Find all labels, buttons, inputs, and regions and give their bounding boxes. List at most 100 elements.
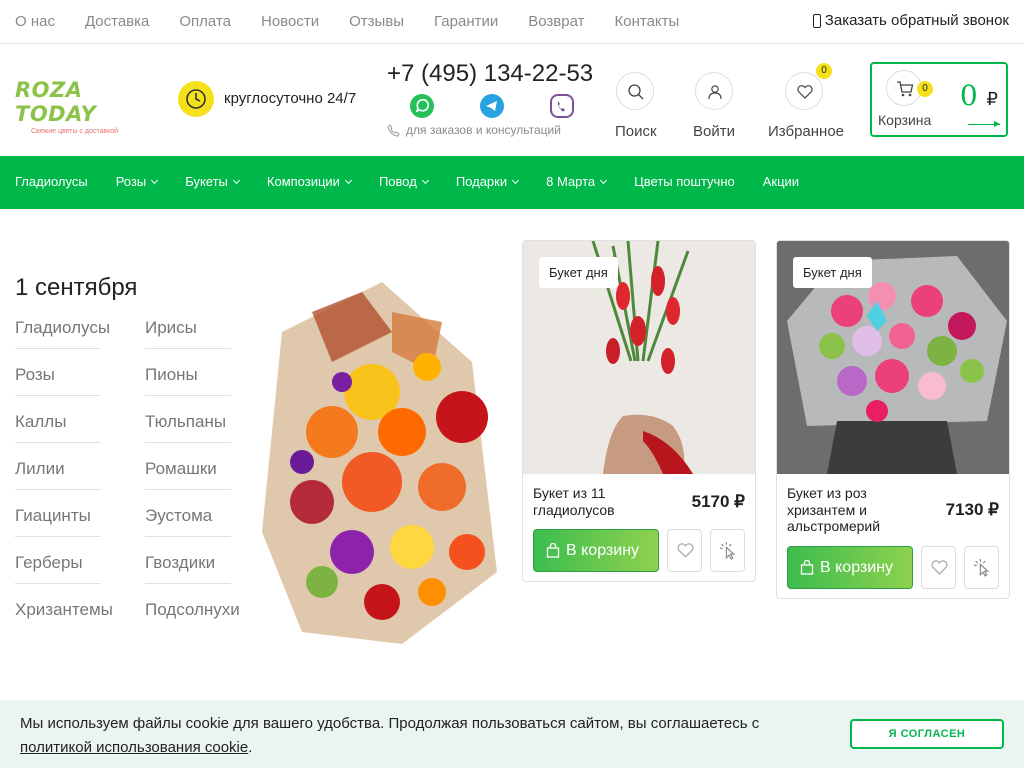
category-link-carnations[interactable]: Гвоздики bbox=[145, 553, 231, 584]
cookie-text-end: . bbox=[248, 739, 253, 756]
category-link-eustoma[interactable]: Эустома bbox=[145, 506, 231, 537]
category-link-lilies[interactable]: Лилии bbox=[15, 459, 101, 490]
product-tag: Букет дня bbox=[539, 257, 618, 288]
chevron-down-icon bbox=[344, 176, 352, 185]
click-cursor-icon bbox=[720, 542, 736, 560]
main-nav-item[interactable]: 8 Марта bbox=[546, 174, 608, 189]
cart-widget[interactable]: 0 0 ₽ Корзина bbox=[870, 62, 1008, 137]
login-button[interactable]: Войти bbox=[693, 72, 735, 140]
main-nav-label: Цветы поштучно bbox=[634, 174, 735, 189]
chevron-down-icon bbox=[421, 176, 429, 185]
callback-link[interactable]: Заказать обратный звонок bbox=[812, 12, 1009, 29]
quick-order-button[interactable] bbox=[710, 529, 745, 572]
topnav-item-news[interactable]: Новости bbox=[261, 13, 319, 30]
topnav-item-guarantees[interactable]: Гарантии bbox=[434, 13, 498, 30]
consult-text: для заказов и консультаций bbox=[406, 123, 561, 137]
category-link-chrysanthemums[interactable]: Хризантемы bbox=[15, 600, 113, 630]
cart-currency: ₽ bbox=[986, 89, 998, 109]
category-link-irises[interactable]: Ирисы bbox=[145, 318, 231, 349]
category-link-gladioli[interactable]: Гладиолусы bbox=[15, 318, 110, 349]
shopping-bag-icon bbox=[800, 560, 814, 575]
page-title: 1 сентября bbox=[15, 274, 138, 301]
chevron-down-icon bbox=[512, 176, 520, 185]
clock-icon bbox=[178, 81, 214, 117]
shopping-bag-icon bbox=[546, 543, 560, 558]
cookie-policy-link[interactable]: политикой использования cookie bbox=[20, 739, 248, 756]
main-nav-item[interactable]: Розы bbox=[115, 174, 159, 189]
product-tag: Букет дня bbox=[793, 257, 872, 288]
product-photo[interactable]: Букет дня bbox=[777, 241, 1009, 474]
chevron-down-icon bbox=[232, 176, 240, 185]
header: ROZA TODAY Свежие цветы с доставкой круг… bbox=[0, 44, 1024, 156]
heart-icon bbox=[931, 560, 948, 575]
category-link-sunflowers[interactable]: Подсолнухи bbox=[145, 600, 245, 630]
main-nav-item[interactable]: Букеты bbox=[185, 174, 240, 189]
add-to-cart-label: В корзину bbox=[820, 558, 894, 576]
category-link-peonies[interactable]: Пионы bbox=[145, 365, 231, 396]
cookie-text: Мы используем файлы cookie для вашего уд… bbox=[20, 712, 820, 760]
main-nav-item[interactable]: Акции bbox=[763, 174, 799, 189]
favorites-count-badge: 0 bbox=[816, 63, 832, 79]
add-to-cart-button[interactable]: В корзину bbox=[533, 529, 659, 572]
topnav-item-payment[interactable]: Оплата bbox=[179, 13, 231, 30]
cookie-message: Мы используем файлы cookie для вашего уд… bbox=[20, 715, 760, 732]
category-link-daisies[interactable]: Ромашки bbox=[145, 459, 231, 490]
product-card: Букет дня Букет из 11 гладиолусов 5170 ₽… bbox=[522, 240, 756, 582]
category-link-gerberas[interactable]: Герберы bbox=[15, 553, 101, 584]
product-price: 7130 ₽ bbox=[945, 500, 999, 519]
user-icon bbox=[695, 72, 733, 110]
logo[interactable]: ROZA TODAY Свежие цветы с доставкой bbox=[15, 78, 149, 135]
main-nav-item[interactable]: Повод bbox=[379, 174, 429, 189]
main-nav-item[interactable]: Композиции bbox=[267, 174, 352, 189]
favorites-button[interactable]: 0 Избранное bbox=[768, 63, 845, 140]
product-title[interactable]: Букет из 11 гладиолусов bbox=[533, 485, 668, 518]
chevron-down-icon bbox=[151, 176, 159, 185]
add-to-cart-button[interactable]: В корзину bbox=[787, 546, 913, 589]
heart-icon bbox=[677, 543, 694, 558]
category-link-callas[interactable]: Каллы bbox=[15, 412, 101, 443]
cart-icon: 0 bbox=[886, 70, 933, 106]
topnav-item-returns[interactable]: Возврат bbox=[528, 13, 584, 30]
topnav-item-delivery[interactable]: Доставка bbox=[85, 13, 149, 30]
top-nav: О нас Доставка Оплата Новости Отзывы Гар… bbox=[15, 13, 679, 30]
click-cursor-icon bbox=[974, 559, 990, 577]
heart-icon: 0 bbox=[785, 63, 832, 110]
add-to-cart-label: В корзину bbox=[566, 541, 640, 559]
phone-number[interactable]: +7 (495) 134-22-53 bbox=[387, 60, 593, 88]
product-card: Букет дня Букет из роз хризантем и альст… bbox=[776, 240, 1010, 599]
product-photo[interactable]: Букет дня bbox=[523, 241, 755, 474]
category-link-roses[interactable]: Розы bbox=[15, 365, 101, 396]
cart-count-badge: 0 bbox=[917, 81, 933, 97]
add-to-favorites-button[interactable] bbox=[667, 529, 702, 572]
main-nav-item[interactable]: Подарки bbox=[456, 174, 520, 189]
phone-icon bbox=[387, 123, 400, 137]
category-link-tulips[interactable]: Тюльпаны bbox=[145, 412, 231, 443]
main-nav-item[interactable]: Гладиолусы bbox=[15, 174, 88, 189]
favorites-label: Избранное bbox=[768, 123, 845, 140]
logo-subtitle: Свежие цветы с доставкой bbox=[31, 128, 119, 135]
chevron-down-icon bbox=[600, 176, 608, 185]
product-title[interactable]: Букет из роз хризантем и альстромерий bbox=[787, 485, 922, 535]
topnav-item-contacts[interactable]: Контакты bbox=[615, 13, 680, 30]
cart-amount: 0 ₽ bbox=[960, 79, 998, 112]
quick-order-button[interactable] bbox=[964, 546, 999, 589]
add-to-favorites-button[interactable] bbox=[921, 546, 956, 589]
logo-text: ROZA TODAY bbox=[15, 78, 97, 126]
working-hours: круглосуточно 24/7 bbox=[224, 90, 357, 107]
main-nav-label: Розы bbox=[115, 174, 147, 189]
main-nav-item[interactable]: Цветы поштучно bbox=[634, 174, 735, 189]
whatsapp-icon[interactable] bbox=[410, 94, 434, 118]
category-link-hyacinths[interactable]: Гиацинты bbox=[15, 506, 101, 537]
search-label: Поиск bbox=[615, 123, 657, 140]
main-nav-label: Букеты bbox=[185, 174, 228, 189]
main-nav-list: Гладиолусы Розы Букеты Композиции Повод Подар… bbox=[0, 156, 1024, 189]
messengers bbox=[410, 94, 574, 118]
cookie-accept-button[interactable]: Я СОГЛАСЕН bbox=[850, 719, 1004, 749]
topnav-item-about[interactable]: О нас bbox=[15, 13, 55, 30]
arrow-right-icon bbox=[968, 121, 1000, 127]
search-button[interactable]: Поиск bbox=[615, 72, 657, 140]
viber-icon[interactable] bbox=[550, 94, 574, 118]
topnav-item-reviews[interactable]: Отзывы bbox=[349, 13, 404, 30]
cart-amount-value: 0 bbox=[959, 79, 978, 112]
telegram-icon[interactable] bbox=[480, 94, 504, 118]
